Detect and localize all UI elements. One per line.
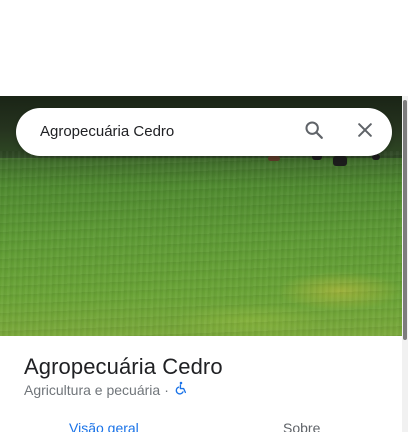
search-icon [303,119,325,146]
tab-about[interactable]: Sobre [283,420,320,432]
photo-grass [0,151,402,336]
search-button[interactable] [300,118,328,146]
place-title: Agropecuária Cedro [24,354,223,379]
search-box [16,108,392,156]
wheelchair-icon [174,381,188,398]
scrollbar-thumb[interactable] [403,100,407,340]
photo-cow [268,156,280,161]
photo-cow [333,156,347,166]
place-category: Agricultura e pecuária [24,381,161,398]
place-subtitle: Agricultura e pecuária · [24,381,188,398]
close-button[interactable] [351,118,379,146]
close-icon [355,120,375,145]
top-blank-area [0,0,408,96]
separator-dot: · [164,381,169,398]
tab-overview[interactable]: Visão geral [69,420,139,432]
search-input[interactable] [40,108,290,156]
